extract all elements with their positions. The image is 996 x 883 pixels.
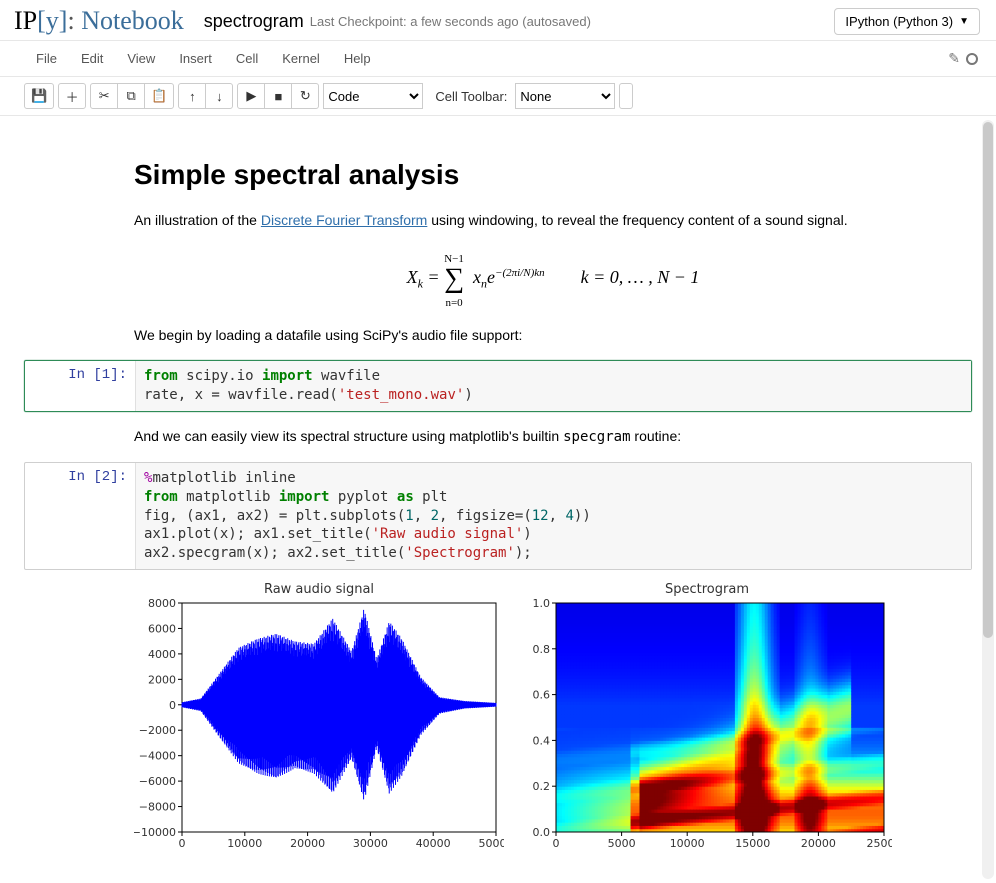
save-button[interactable]: 💾	[24, 83, 54, 109]
code-cell-2[interactable]: In [2]: %matplotlib inline from matplotl…	[24, 462, 972, 570]
paste-button[interactable]: 📋	[144, 83, 174, 109]
menu-cell[interactable]: Cell	[224, 45, 270, 72]
menu-insert[interactable]: Insert	[167, 45, 224, 72]
specgram-code: specgram	[563, 429, 630, 445]
svg-text:−10000: −10000	[134, 826, 176, 839]
menu-help[interactable]: Help	[332, 45, 383, 72]
svg-text:−2000: −2000	[139, 724, 176, 737]
plot2-title: Spectrogram	[522, 582, 892, 597]
plus-icon: ＋	[66, 87, 79, 106]
stop-icon: ■	[274, 89, 282, 104]
kernel-selector-label: IPython (Python 3)	[845, 14, 953, 29]
celltype-select[interactable]: CodeMarkdownRaw NBConvertHeading	[323, 83, 423, 109]
insert-cell-button[interactable]: ＋	[58, 83, 86, 109]
copy-button[interactable]: ⧉	[117, 83, 145, 109]
svg-text:−8000: −8000	[139, 801, 176, 814]
cut-button[interactable]: ✂	[90, 83, 118, 109]
notebook-container: Simple spectral analysis An illustration…	[0, 116, 996, 883]
intro-paragraph: An illustration of the Discrete Fourier …	[134, 210, 972, 231]
prompt-in-2: In [2]:	[25, 463, 135, 569]
menu-kernel[interactable]: Kernel	[270, 45, 332, 72]
logo-colon: :	[67, 6, 74, 35]
code-cell-1[interactable]: In [1]: from scipy.io import wavfile rat…	[24, 360, 972, 412]
svg-text:6000: 6000	[148, 623, 176, 636]
markdown-body: Simple spectral analysis An illustration…	[134, 142, 972, 354]
svg-text:40000: 40000	[416, 837, 451, 850]
paste-icon: 📋	[151, 88, 167, 104]
edit-group: ✂ ⧉ 📋	[90, 83, 174, 109]
caret-down-icon: ▼	[959, 16, 969, 27]
ipython-logo: IP[y]: Notebook	[6, 6, 194, 36]
svg-text:2000: 2000	[148, 674, 176, 687]
menu-view[interactable]: View	[115, 45, 167, 72]
run-button[interactable]: ▶	[237, 83, 265, 109]
svg-text:4000: 4000	[148, 648, 176, 661]
toolbar-extra-button[interactable]	[619, 83, 633, 109]
celltoolbar-label: Cell Toolbar:	[427, 89, 511, 104]
logo-notebook: Notebook	[81, 6, 184, 35]
menu-file[interactable]: File	[24, 45, 69, 72]
header-bar: IP[y]: Notebook spectrogram Last Checkpo…	[0, 0, 996, 41]
logo-ip: IP	[14, 6, 37, 35]
code-input-2[interactable]: %matplotlib inline from matplotlib impor…	[135, 463, 971, 569]
svg-text:0: 0	[179, 837, 186, 850]
svg-text:50000: 50000	[479, 837, 505, 850]
svg-text:0: 0	[169, 699, 176, 712]
notebook-name[interactable]: spectrogram	[204, 11, 304, 32]
kernel-selector-button[interactable]: IPython (Python 3) ▼	[834, 8, 980, 35]
scrollbar-thumb[interactable]	[983, 122, 993, 638]
edit-mode-icon: ✎	[948, 50, 960, 67]
copy-icon: ⧉	[127, 88, 136, 104]
arrow-up-icon: ↑	[189, 89, 196, 104]
kernel-idle-icon	[966, 53, 978, 65]
empty-prompt	[24, 142, 134, 354]
code-input-1[interactable]: from scipy.io import wavfile rate, x = w…	[135, 361, 971, 411]
arrow-down-icon: ↓	[216, 89, 223, 104]
spectrogram-chart: 05000100001500020000250000.00.20.40.60.8…	[522, 599, 892, 854]
run-group: ▶ ■ ↻	[237, 83, 319, 109]
save-icon: 💾	[31, 88, 47, 104]
svg-text:−4000: −4000	[139, 750, 176, 763]
checkpoint-text: Last Checkpoint: a few seconds ago (auto…	[310, 14, 591, 29]
dft-equation: Xk = N−1 ∑ n=0 xne−(2πi/N)kn k = 0, … , …	[134, 249, 972, 309]
vertical-scrollbar[interactable]	[982, 120, 994, 879]
restart-icon: ↻	[300, 88, 311, 104]
plot1-title: Raw audio signal	[134, 582, 504, 597]
raw-audio-chart: 01000020000300004000050000−10000−8000−60…	[134, 599, 504, 854]
move-down-button[interactable]: ↓	[205, 83, 233, 109]
markdown-cell[interactable]: Simple spectral analysis An illustration…	[24, 142, 972, 354]
move-up-button[interactable]: ↑	[178, 83, 206, 109]
menu-edit[interactable]: Edit	[69, 45, 115, 72]
plot-raw-audio: Raw audio signal 01000020000300004000050…	[134, 582, 504, 857]
restart-button[interactable]: ↻	[291, 83, 319, 109]
output-area: Raw audio signal 01000020000300004000050…	[134, 576, 972, 857]
page-title: Simple spectral analysis	[134, 154, 972, 196]
move-group: ↑ ↓	[178, 83, 233, 109]
svg-text:30000: 30000	[353, 837, 388, 850]
output-cell: Raw audio signal 01000020000300004000050…	[24, 576, 972, 857]
svg-text:−6000: −6000	[139, 775, 176, 788]
menu-bar: File Edit View Insert Cell Kernel Help ✎	[0, 41, 996, 77]
specgram-paragraph: And we can easily view its spectral stru…	[134, 426, 972, 448]
celltoolbar-select[interactable]: None	[515, 83, 615, 109]
cut-icon: ✂	[99, 88, 110, 104]
dft-link[interactable]: Discrete Fourier Transform	[261, 212, 427, 228]
toolbar: 💾 ＋ ✂ ⧉ 📋 ↑ ↓ ▶ ■ ↻ CodeMarkdownRaw NBCo…	[0, 77, 996, 116]
svg-text:10000: 10000	[227, 837, 262, 850]
svg-text:20000: 20000	[290, 837, 325, 850]
prompt-in-1: In [1]:	[25, 361, 135, 411]
interrupt-button[interactable]: ■	[264, 83, 292, 109]
svg-text:8000: 8000	[148, 599, 176, 610]
load-paragraph: We begin by loading a datafile using Sci…	[134, 325, 972, 346]
logo-brackets: [y]	[37, 6, 67, 35]
plot-spectrogram: Spectrogram 05000100001500020000250000.0…	[522, 582, 892, 857]
sigma-symbol: N−1 ∑ n=0	[444, 251, 464, 311]
markdown-cell-2[interactable]: And we can easily view its spectral stru…	[24, 418, 972, 456]
play-icon: ▶	[246, 88, 256, 104]
